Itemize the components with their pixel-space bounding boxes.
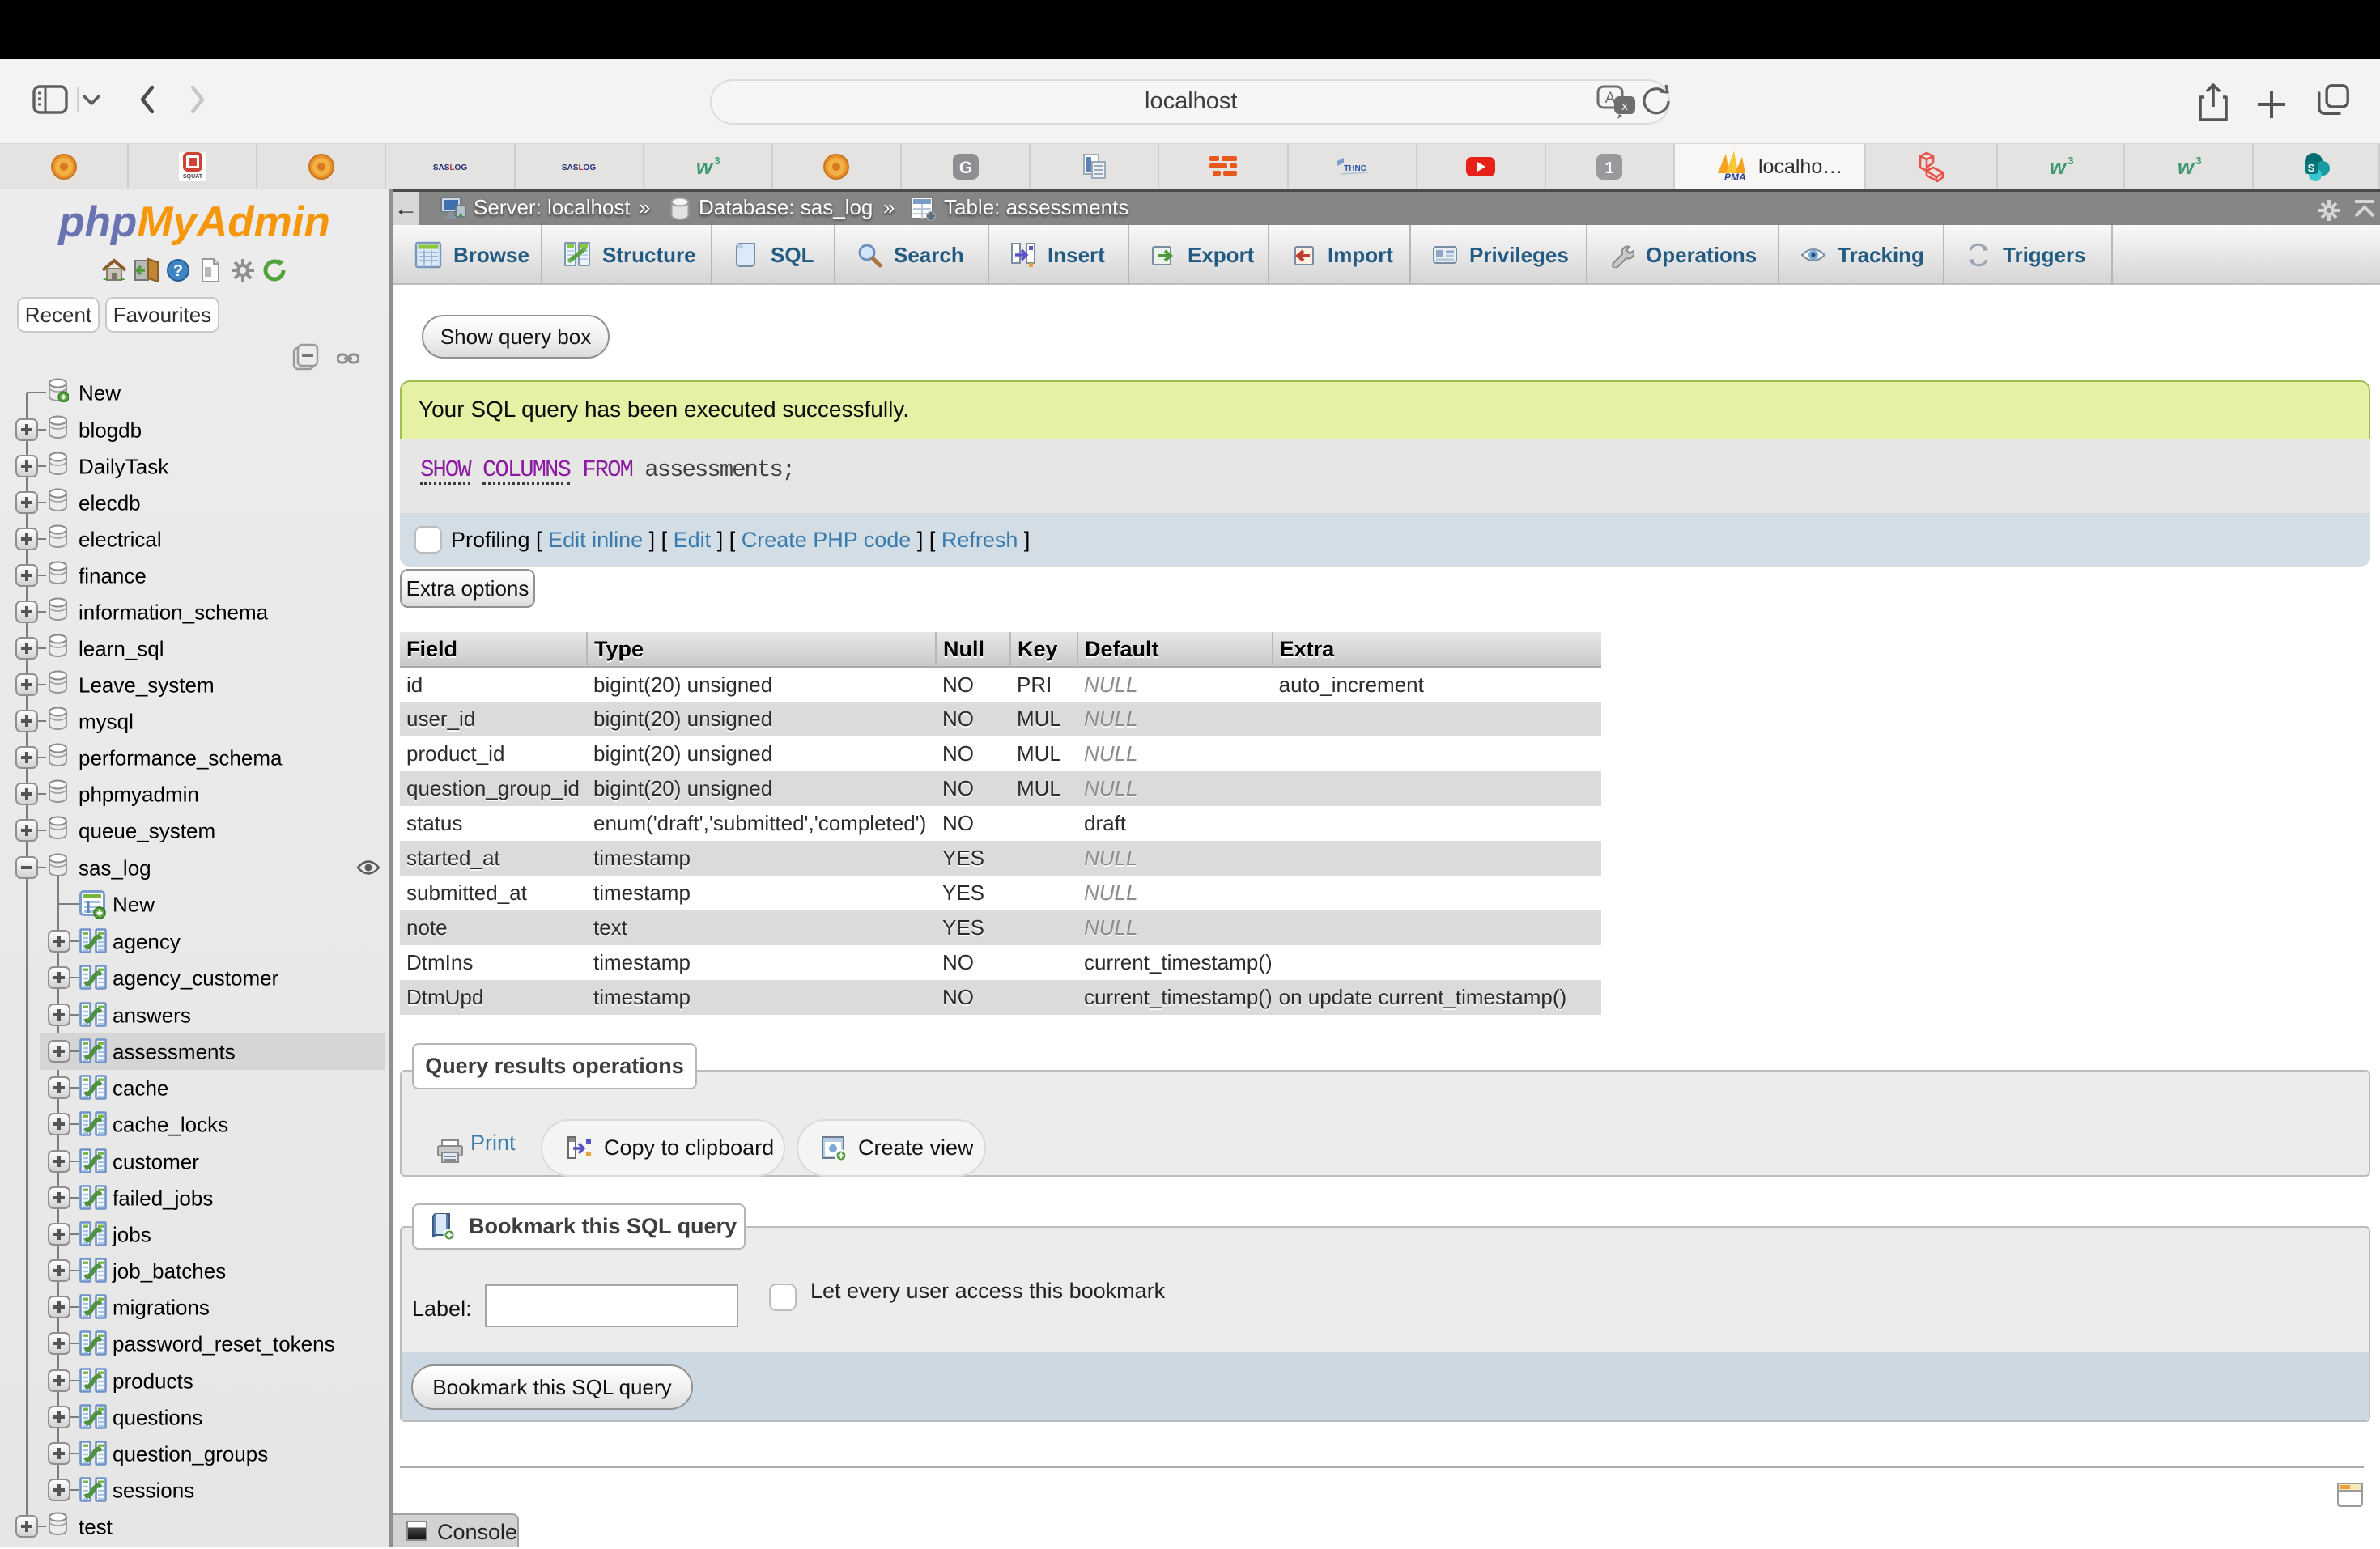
svg-text:3: 3 — [715, 155, 720, 167]
svg-text:w: w — [2177, 155, 2195, 179]
svg-text:S: S — [2308, 162, 2315, 174]
svg-text:THNC: THNC — [1344, 164, 1366, 173]
svg-text:3: 3 — [2195, 155, 2201, 167]
svg-text:1: 1 — [1605, 159, 1614, 177]
svg-text:PMA: PMA — [1724, 172, 1746, 181]
svg-text:w: w — [696, 155, 714, 179]
svg-text:SASLOG: SASLOG — [562, 163, 596, 172]
svg-text:A: A — [1605, 90, 1616, 107]
svg-text:w: w — [2049, 155, 2067, 179]
svg-text:SASLOG: SASLOG — [433, 163, 467, 172]
svg-text:x: x — [1621, 100, 1628, 113]
svg-text:3: 3 — [2068, 155, 2073, 167]
svg-text:G: G — [958, 159, 971, 177]
svg-text:SQUAT: SQUAT — [183, 174, 203, 180]
